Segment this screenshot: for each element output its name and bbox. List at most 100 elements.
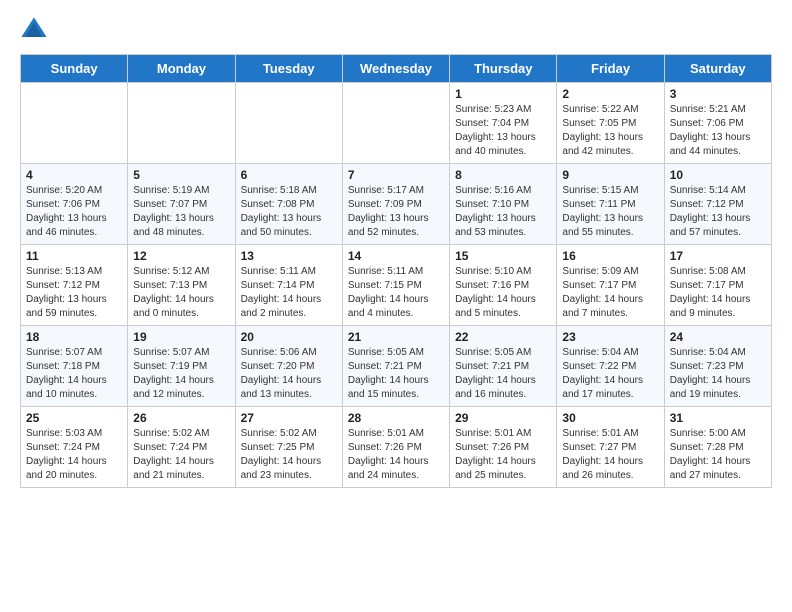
calendar-week-4: 18 Sunrise: 5:07 AM Sunset: 7:18 PM Dayli… — [21, 326, 772, 407]
day-number: 1 — [455, 87, 551, 101]
calendar-cell: 28 Sunrise: 5:01 AM Sunset: 7:26 PM Dayli… — [342, 407, 449, 488]
calendar-header: SundayMondayTuesdayWednesdayThursdayFrid… — [21, 55, 772, 83]
day-info: Sunrise: 5:17 AM Sunset: 7:09 PM Dayligh… — [348, 184, 444, 240]
day-number: 19 — [133, 330, 229, 344]
calendar-cell: 10 Sunrise: 5:14 AM Sunset: 7:12 PM Dayli… — [664, 164, 771, 245]
day-number: 23 — [562, 330, 658, 344]
calendar-cell: 1 Sunrise: 5:23 AM Sunset: 7:04 PM Daylig… — [450, 83, 557, 164]
day-number: 26 — [133, 411, 229, 425]
day-number: 25 — [26, 411, 122, 425]
day-info: Sunrise: 5:01 AM Sunset: 7:26 PM Dayligh… — [455, 427, 551, 483]
calendar-cell: 16Sunrise: 5:09 AM Sunset: 7:17 PM Dayli… — [557, 245, 664, 326]
calendar-cell: 8Sunrise: 5:16 AM Sunset: 7:10 PM Daylig… — [450, 164, 557, 245]
day-info: Sunrise: 5:11 AM Sunset: 7:14 PM Dayligh… — [241, 265, 337, 321]
day-number: 18 — [26, 330, 122, 344]
day-info: Sunrise: 5:07 AM Sunset: 7:18 PM Dayligh… — [26, 346, 122, 402]
day-number: 20 — [241, 330, 337, 344]
calendar-cell: 30 Sunrise: 5:01 AM Sunset: 7:27 PM Dayli… — [557, 407, 664, 488]
day-info: Sunrise: 5:20 AM Sunset: 7:06 PM Dayligh… — [26, 184, 122, 240]
day-info: Sunrise: 5:12 AM Sunset: 7:13 PM Dayligh… — [133, 265, 229, 321]
calendar-week-3: 11Sunrise: 5:13 AM Sunset: 7:12 PM Dayli… — [21, 245, 772, 326]
day-number: 3 — [670, 87, 766, 101]
calendar-cell: 24Sunrise: 5:04 AM Sunset: 7:23 PM Dayli… — [664, 326, 771, 407]
day-info: Sunrise: 5:05 AM Sunset: 7:21 PM Dayligh… — [348, 346, 444, 402]
page: SundayMondayTuesdayWednesdayThursdayFrid… — [0, 0, 792, 504]
day-number: 12 — [133, 249, 229, 263]
calendar-cell: 13 Sunrise: 5:11 AM Sunset: 7:14 PM Dayli… — [235, 245, 342, 326]
calendar-cell — [342, 83, 449, 164]
weekday-row: SundayMondayTuesdayWednesdayThursdayFrid… — [21, 55, 772, 83]
calendar-cell: 22Sunrise: 5:05 AM Sunset: 7:21 PM Dayli… — [450, 326, 557, 407]
day-info: Sunrise: 5:21 AM Sunset: 7:06 PM Dayligh… — [670, 103, 766, 159]
calendar-cell: 25 Sunrise: 5:03 AM Sunset: 7:24 PM Dayli… — [21, 407, 128, 488]
calendar-cell — [21, 83, 128, 164]
day-info: Sunrise: 5:01 AM Sunset: 7:26 PM Dayligh… — [348, 427, 444, 483]
calendar-cell: 15 Sunrise: 5:10 AM Sunset: 7:16 PM Dayli… — [450, 245, 557, 326]
day-number: 6 — [241, 168, 337, 182]
day-info: Sunrise: 5:10 AM Sunset: 7:16 PM Dayligh… — [455, 265, 551, 321]
day-number: 5 — [133, 168, 229, 182]
day-info: Sunrise: 5:00 AM Sunset: 7:28 PM Dayligh… — [670, 427, 766, 483]
day-info: Sunrise: 5:04 AM Sunset: 7:22 PM Dayligh… — [562, 346, 658, 402]
calendar: SundayMondayTuesdayWednesdayThursdayFrid… — [20, 54, 772, 488]
day-number: 13 — [241, 249, 337, 263]
day-info: Sunrise: 5:23 AM Sunset: 7:04 PM Dayligh… — [455, 103, 551, 159]
calendar-week-5: 25 Sunrise: 5:03 AM Sunset: 7:24 PM Dayli… — [21, 407, 772, 488]
calendar-cell: 7 Sunrise: 5:17 AM Sunset: 7:09 PM Daylig… — [342, 164, 449, 245]
weekday-header-saturday: Saturday — [664, 55, 771, 83]
day-number: 4 — [26, 168, 122, 182]
calendar-body: 1 Sunrise: 5:23 AM Sunset: 7:04 PM Daylig… — [21, 83, 772, 488]
calendar-cell: 31Sunrise: 5:00 AM Sunset: 7:28 PM Dayli… — [664, 407, 771, 488]
day-number: 30 — [562, 411, 658, 425]
calendar-cell: 2Sunrise: 5:22 AM Sunset: 7:05 PM Daylig… — [557, 83, 664, 164]
day-number: 9 — [562, 168, 658, 182]
day-info: Sunrise: 5:18 AM Sunset: 7:08 PM Dayligh… — [241, 184, 337, 240]
calendar-cell: 29 Sunrise: 5:01 AM Sunset: 7:26 PM Dayli… — [450, 407, 557, 488]
weekday-header-tuesday: Tuesday — [235, 55, 342, 83]
day-number: 10 — [670, 168, 766, 182]
weekday-header-friday: Friday — [557, 55, 664, 83]
day-number: 7 — [348, 168, 444, 182]
day-info: Sunrise: 5:02 AM Sunset: 7:24 PM Dayligh… — [133, 427, 229, 483]
calendar-week-2: 4 Sunrise: 5:20 AM Sunset: 7:06 PM Daylig… — [21, 164, 772, 245]
day-info: Sunrise: 5:14 AM Sunset: 7:12 PM Dayligh… — [670, 184, 766, 240]
day-number: 11 — [26, 249, 122, 263]
calendar-cell: 4 Sunrise: 5:20 AM Sunset: 7:06 PM Daylig… — [21, 164, 128, 245]
day-number: 29 — [455, 411, 551, 425]
day-number: 14 — [348, 249, 444, 263]
logo-icon — [20, 16, 48, 44]
logo — [20, 16, 52, 44]
calendar-cell: 17 Sunrise: 5:08 AM Sunset: 7:17 PM Dayli… — [664, 245, 771, 326]
day-number: 21 — [348, 330, 444, 344]
day-number: 17 — [670, 249, 766, 263]
day-info: Sunrise: 5:19 AM Sunset: 7:07 PM Dayligh… — [133, 184, 229, 240]
day-number: 28 — [348, 411, 444, 425]
calendar-cell: 20 Sunrise: 5:06 AM Sunset: 7:20 PM Dayli… — [235, 326, 342, 407]
calendar-cell: 14Sunrise: 5:11 AM Sunset: 7:15 PM Dayli… — [342, 245, 449, 326]
day-number: 16 — [562, 249, 658, 263]
calendar-cell: 3 Sunrise: 5:21 AM Sunset: 7:06 PM Daylig… — [664, 83, 771, 164]
day-info: Sunrise: 5:06 AM Sunset: 7:20 PM Dayligh… — [241, 346, 337, 402]
day-info: Sunrise: 5:15 AM Sunset: 7:11 PM Dayligh… — [562, 184, 658, 240]
calendar-cell: 12 Sunrise: 5:12 AM Sunset: 7:13 PM Dayli… — [128, 245, 235, 326]
day-info: Sunrise: 5:03 AM Sunset: 7:24 PM Dayligh… — [26, 427, 122, 483]
calendar-cell: 6 Sunrise: 5:18 AM Sunset: 7:08 PM Daylig… — [235, 164, 342, 245]
weekday-header-sunday: Sunday — [21, 55, 128, 83]
calendar-week-1: 1 Sunrise: 5:23 AM Sunset: 7:04 PM Daylig… — [21, 83, 772, 164]
day-info: Sunrise: 5:05 AM Sunset: 7:21 PM Dayligh… — [455, 346, 551, 402]
day-number: 15 — [455, 249, 551, 263]
day-info: Sunrise: 5:08 AM Sunset: 7:17 PM Dayligh… — [670, 265, 766, 321]
weekday-header-thursday: Thursday — [450, 55, 557, 83]
day-info: Sunrise: 5:22 AM Sunset: 7:05 PM Dayligh… — [562, 103, 658, 159]
calendar-cell: 23 Sunrise: 5:04 AM Sunset: 7:22 PM Dayli… — [557, 326, 664, 407]
weekday-header-monday: Monday — [128, 55, 235, 83]
calendar-cell: 27 Sunrise: 5:02 AM Sunset: 7:25 PM Dayli… — [235, 407, 342, 488]
day-number: 8 — [455, 168, 551, 182]
day-info: Sunrise: 5:02 AM Sunset: 7:25 PM Dayligh… — [241, 427, 337, 483]
calendar-cell: 11Sunrise: 5:13 AM Sunset: 7:12 PM Dayli… — [21, 245, 128, 326]
day-info: Sunrise: 5:04 AM Sunset: 7:23 PM Dayligh… — [670, 346, 766, 402]
calendar-cell — [128, 83, 235, 164]
day-number: 27 — [241, 411, 337, 425]
calendar-cell: 18 Sunrise: 5:07 AM Sunset: 7:18 PM Dayli… — [21, 326, 128, 407]
day-info: Sunrise: 5:01 AM Sunset: 7:27 PM Dayligh… — [562, 427, 658, 483]
